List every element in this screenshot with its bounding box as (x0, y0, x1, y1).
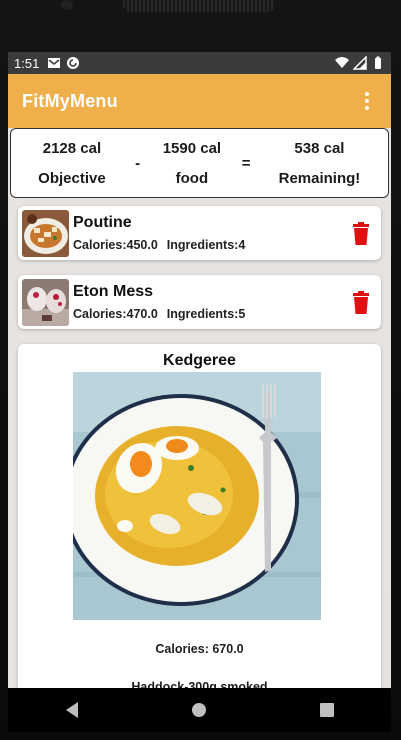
meal-calories: Calories:470.0 (73, 307, 158, 321)
objective-label: Objective (38, 169, 106, 187)
meal-ingredients: Ingredients:4 (166, 238, 246, 252)
meal-calories: Calories:450.0 (73, 238, 158, 252)
food-value: 1590 cal (162, 139, 222, 157)
camera-dot (61, 0, 73, 10)
navigation-bar (8, 688, 391, 732)
meal-ingredients: Ingredients:5 (166, 307, 246, 321)
home-icon (192, 703, 207, 717)
minus-sign: - (135, 154, 141, 172)
calorie-summary: 2128 cal Objective - 1590 cal food = 538… (10, 128, 389, 198)
food-label: food (175, 169, 209, 187)
recents-icon (320, 703, 335, 717)
objective-value: 2128 cal (42, 139, 102, 157)
meal-card-eton-mess[interactable]: Eton Mess Calories:470.0 Ingredients:5 (18, 275, 381, 329)
remaining-value: 538 cal (294, 139, 345, 157)
ingredient-item: Haddock-300g smoked (131, 680, 268, 688)
meal-thumbnail-poutine (22, 209, 69, 257)
battery-icon (375, 56, 381, 69)
remaining-label: Remaining! (278, 169, 361, 187)
detail-title: Kedgeree (163, 352, 236, 369)
home-button[interactable] (179, 695, 219, 725)
app-screen: 1:51 FitMyMenu 2128 cal Objective - 1590… (8, 52, 391, 688)
trash-icon[interactable] (351, 291, 371, 315)
trash-icon[interactable] (351, 222, 371, 246)
status-time: 1:51 (14, 55, 40, 71)
meal-name: Poutine (73, 214, 132, 231)
back-icon (65, 702, 78, 718)
more-vert-icon (365, 92, 369, 96)
speaker-grille (123, 0, 275, 12)
wifi-icon (335, 57, 349, 68)
meal-card-poutine[interactable]: Poutine Calories:450.0 Ingredients:4 (18, 206, 381, 260)
more-options-button[interactable] (357, 86, 377, 116)
meal-thumbnail-eton-mess (22, 278, 69, 326)
app-title: FitMyMenu (22, 90, 118, 111)
signal-icon (353, 56, 367, 70)
app-bar: FitMyMenu (8, 74, 391, 128)
device-frame: 1:51 FitMyMenu 2128 cal Objective - 1590… (0, 0, 401, 740)
meal-detail-card[interactable]: Kedgeree Calories: 670.0 Haddock-300g sm… (18, 344, 381, 688)
meal-list: Poutine Calories:450.0 Ingredients:4 Eto… (8, 198, 391, 688)
back-button[interactable] (52, 695, 92, 725)
meal-photo-kedgeree (73, 372, 321, 620)
sync-icon (67, 57, 80, 69)
recents-button[interactable] (307, 695, 347, 725)
equals-sign: = (241, 154, 251, 172)
status-bar: 1:51 (8, 52, 391, 74)
detail-calories: Calories: 670.0 (155, 642, 244, 656)
meal-name: Eton Mess (73, 283, 154, 300)
mail-icon (48, 58, 61, 68)
